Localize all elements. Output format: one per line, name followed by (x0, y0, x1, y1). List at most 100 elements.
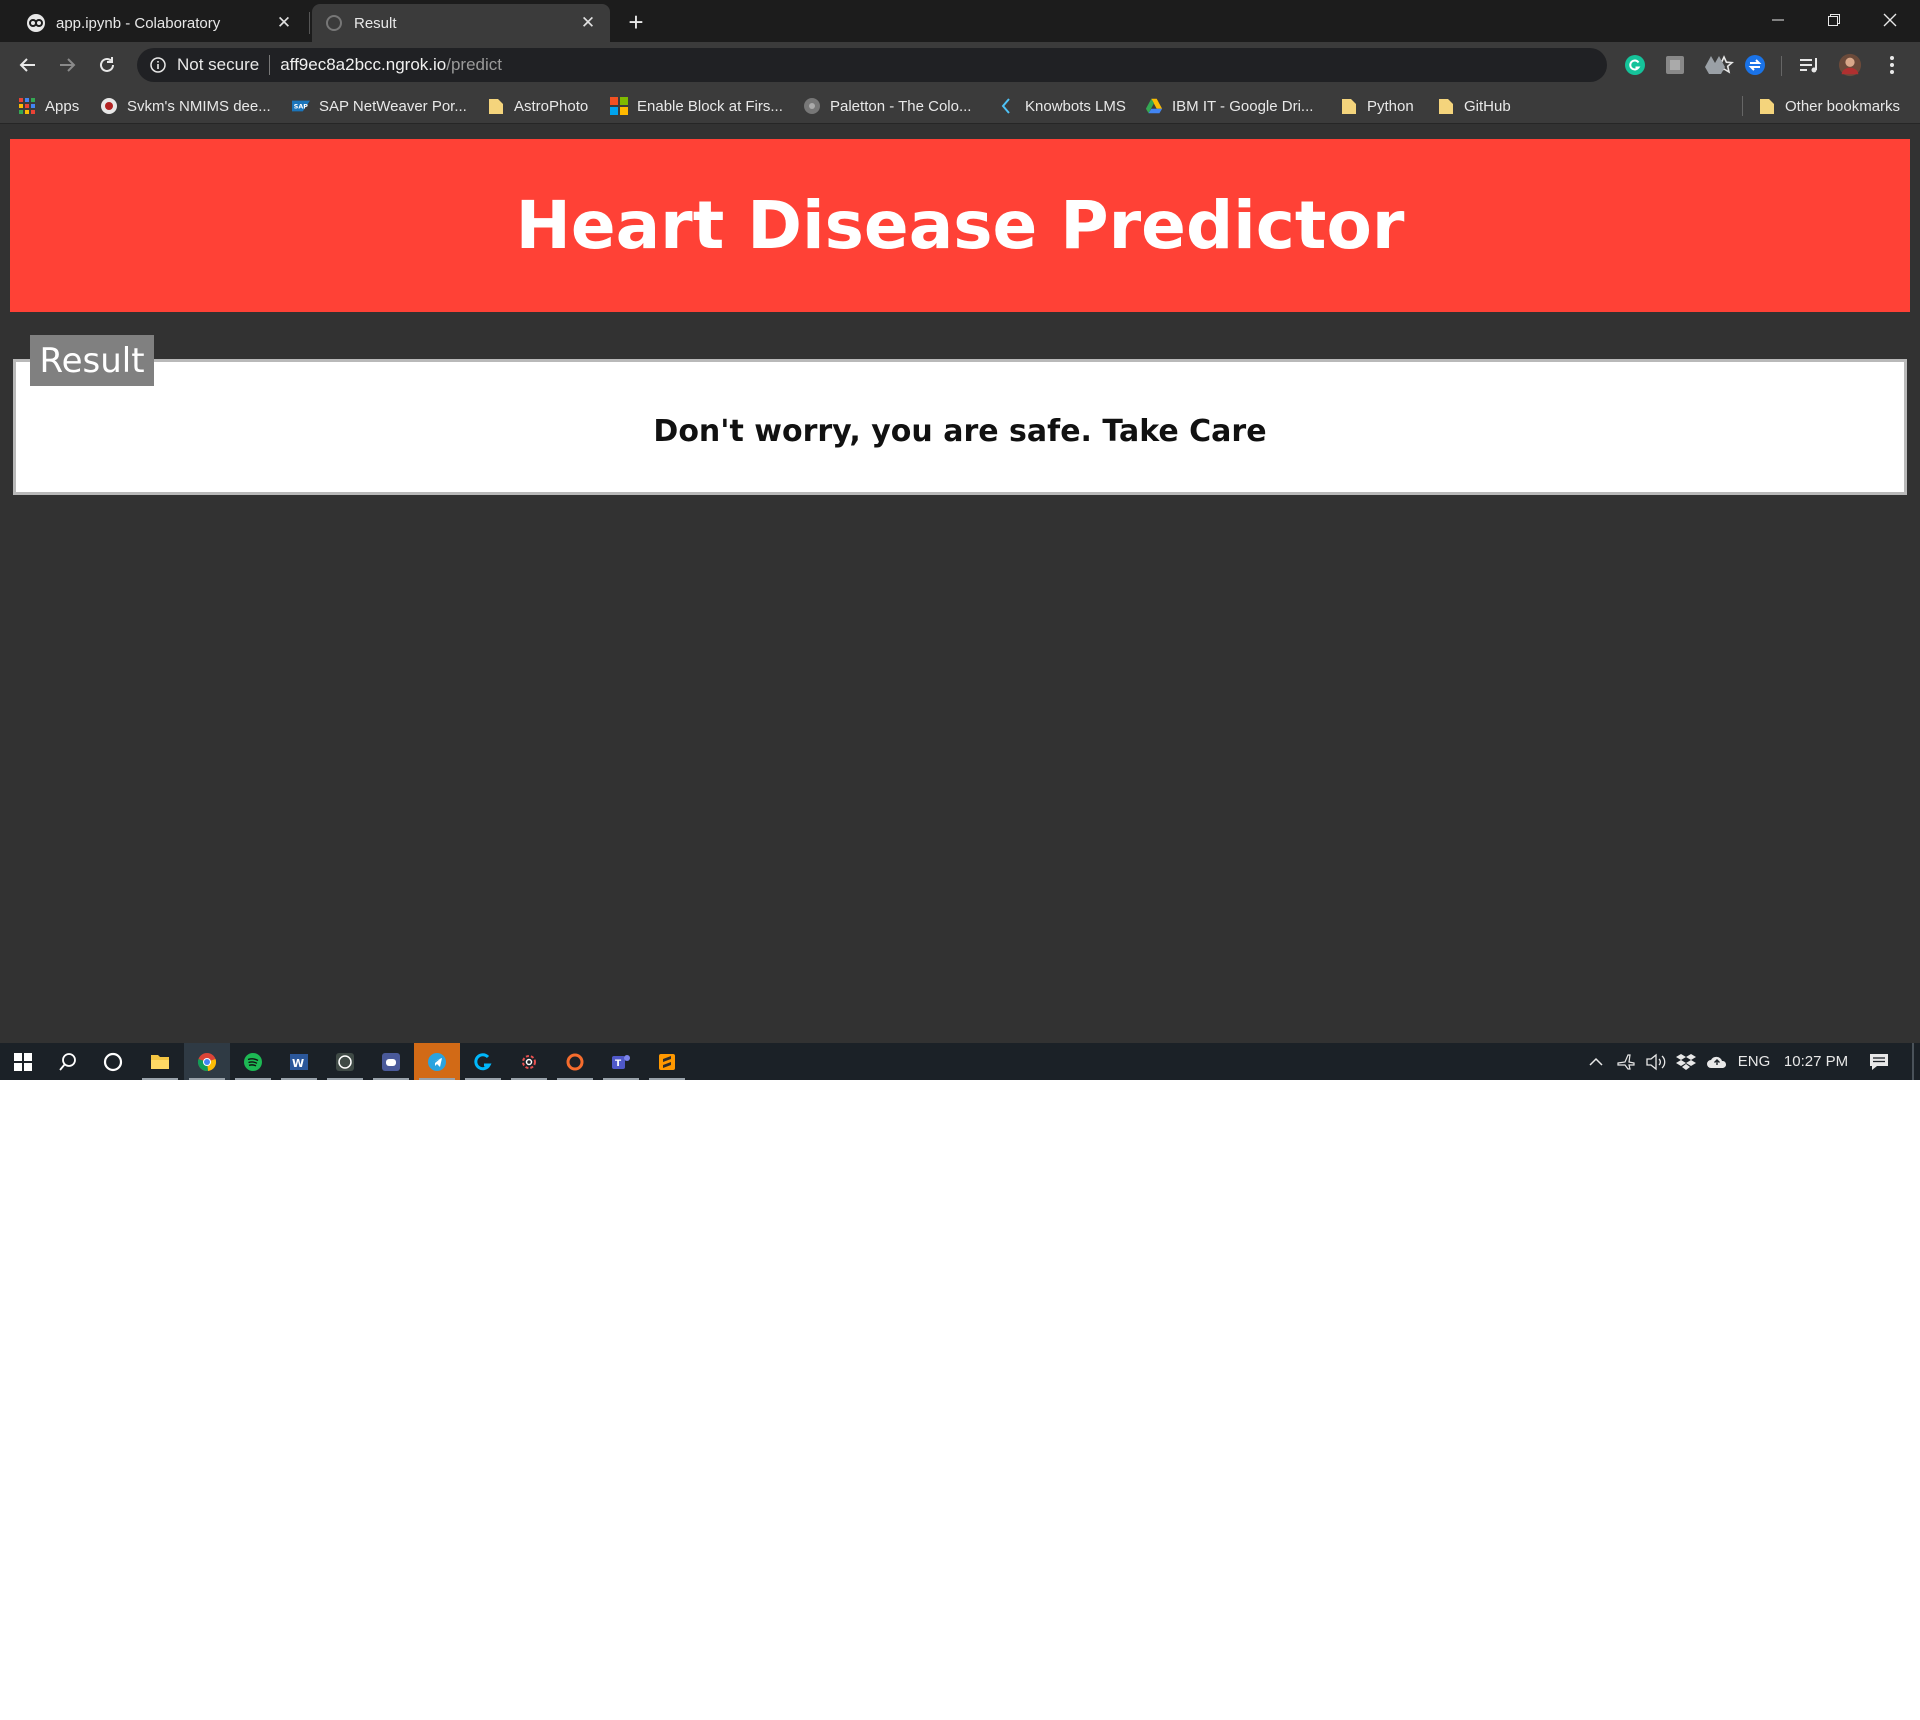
folder-icon (487, 97, 505, 115)
other-bookmarks[interactable]: Other bookmarks (1758, 94, 1900, 118)
tab-result[interactable]: Result ✕ (312, 4, 610, 42)
bookmark-label: Knowbots LMS (1025, 97, 1126, 115)
result-legend: Result (30, 335, 154, 386)
airplane-mode-icon[interactable] (1612, 1043, 1640, 1080)
volume-icon[interactable] (1642, 1043, 1670, 1080)
result-message: Don't worry, you are safe. Take Care (653, 414, 1267, 449)
bookmark-python[interactable]: Python (1340, 94, 1414, 118)
show-desktop-button[interactable] (1912, 1043, 1914, 1080)
close-icon[interactable]: ✕ (578, 13, 598, 33)
forward-arrow-icon[interactable] (51, 49, 83, 81)
restore-icon[interactable] (1806, 0, 1862, 40)
colab-icon (26, 13, 46, 33)
bookmark-label: Apps (45, 97, 80, 115)
paletton-icon (803, 97, 821, 115)
more-vert-icon[interactable] (1880, 53, 1904, 77)
google-drive-icon (1145, 97, 1163, 115)
toolbar-divider (1781, 56, 1782, 76)
reload-icon[interactable] (91, 49, 123, 81)
tab-title: Result (354, 14, 397, 32)
profile-avatar[interactable] (1838, 53, 1862, 77)
chevron-up-icon[interactable] (1584, 1043, 1608, 1080)
bookmark-label: GitHub (1464, 97, 1511, 115)
bookmark-github[interactable]: GitHub (1437, 94, 1511, 118)
knowbots-icon (998, 97, 1016, 115)
folder-icon (1437, 97, 1455, 115)
page-content: Heart Disease Predictor Don't worry, you… (0, 125, 1920, 1043)
bookmark-astrophoto[interactable]: AstroPhoto (487, 94, 588, 118)
grammarly-icon[interactable] (1623, 53, 1647, 77)
origin-icon[interactable] (552, 1043, 598, 1080)
bookmark-nmims[interactable]: Svkm's NMIMS dee... (100, 94, 271, 118)
bookmark-label: Python (1367, 97, 1414, 115)
chrome-icon[interactable] (184, 1043, 230, 1080)
desktop-screen: app.ipynb - Colaboratory ✕ Result ✕ + No… (0, 0, 1920, 1080)
bookmark-label: IBM IT - Google Dri... (1172, 97, 1314, 115)
bookmark-knowbots[interactable]: Knowbots LMS (998, 94, 1126, 118)
page-title: Heart Disease Predictor (515, 187, 1405, 264)
bookmarks-bar: Apps Svkm's NMIMS dee... SAP SAP NetWeav… (0, 88, 1920, 124)
bookmark-sap[interactable]: SAP SAP NetWeaver Por... (292, 94, 467, 118)
loading-globe-icon (324, 13, 344, 33)
svg-text:T: T (615, 1059, 622, 1069)
apps-grid-icon (18, 97, 36, 115)
microsoft-icon (610, 97, 628, 115)
onedrive-cloud-icon[interactable] (1702, 1043, 1732, 1080)
bookmark-label: Other bookmarks (1785, 97, 1901, 115)
sync-extension-icon[interactable] (1743, 53, 1767, 77)
logitech-icon[interactable] (460, 1043, 506, 1080)
tab-title: app.ipynb - Colaboratory (56, 14, 221, 32)
bookmark-ibm-drive[interactable]: IBM IT - Google Dri... (1145, 94, 1313, 118)
cortana-icon[interactable] (90, 1043, 136, 1080)
whatsapp-icon[interactable] (322, 1043, 368, 1080)
result-fieldset: Don't worry, you are safe. Take Care (13, 359, 1907, 495)
back-arrow-icon[interactable] (12, 49, 44, 81)
url-path: /predict (446, 55, 502, 74)
search-icon[interactable] (45, 1043, 91, 1080)
sap-icon: SAP (292, 97, 310, 115)
info-icon[interactable] (149, 56, 167, 74)
discord-icon[interactable] (368, 1043, 414, 1080)
extension-square-icon[interactable] (1663, 53, 1687, 77)
windows-taskbar: W T ENG 10:27 PM (0, 1043, 1920, 1080)
header-banner: Heart Disease Predictor (10, 139, 1910, 312)
bookmark-paletton[interactable]: Paletton - The Colo... (803, 94, 971, 118)
windows-start-icon[interactable] (0, 1043, 46, 1080)
svg-text:SAP: SAP (294, 104, 308, 111)
folder-icon (1758, 97, 1776, 115)
nmims-icon (100, 97, 118, 115)
address-bar[interactable]: Not secure aff9ec8a2bcc.ngrok.io/predict (137, 48, 1734, 82)
url-host: aff9ec8a2bcc.ngrok.io (280, 55, 447, 74)
bookmark-label: Paletton - The Colo... (830, 97, 972, 115)
language-indicator[interactable]: ENG (1734, 1043, 1774, 1080)
security-label[interactable]: Not secure (177, 55, 259, 75)
svg-text:W: W (292, 1057, 304, 1070)
minimize-icon[interactable] (1750, 0, 1806, 40)
telegram-icon[interactable] (414, 1043, 460, 1080)
new-tab-button[interactable]: + (620, 6, 652, 38)
settings-gear-icon[interactable] (506, 1043, 552, 1080)
bookmark-label: AstroPhoto (514, 97, 589, 115)
dropbox-icon[interactable] (1672, 1043, 1700, 1080)
tab-divider (309, 12, 310, 34)
teams-icon[interactable]: T (598, 1043, 644, 1080)
spotify-icon[interactable] (230, 1043, 276, 1080)
window-close-icon[interactable] (1862, 0, 1918, 40)
notification-icon[interactable] (1864, 1043, 1894, 1080)
bookmark-apps[interactable]: Apps (18, 94, 79, 118)
bookmark-enable-block[interactable]: Enable Block at Firs... (610, 94, 783, 118)
tab-strip: app.ipynb - Colaboratory ✕ Result ✕ + (0, 0, 1920, 42)
bookmark-label: SAP NetWeaver Por... (319, 97, 467, 115)
word-icon[interactable]: W (276, 1043, 322, 1080)
clock[interactable]: 10:27 PM (1780, 1043, 1852, 1080)
sublime-icon[interactable] (644, 1043, 690, 1080)
close-icon[interactable]: ✕ (274, 13, 294, 33)
bookmark-label: Svkm's NMIMS dee... (127, 97, 271, 115)
media-controls-icon[interactable] (1797, 53, 1821, 77)
file-explorer-icon[interactable] (137, 1043, 183, 1080)
omnibox-divider (269, 55, 271, 75)
tab-colab[interactable]: app.ipynb - Colaboratory ✕ (14, 4, 306, 42)
bookmarks-divider (1742, 96, 1743, 116)
drive-extension-icon[interactable] (1703, 53, 1727, 77)
bookmark-label: Enable Block at Firs... (637, 97, 783, 115)
